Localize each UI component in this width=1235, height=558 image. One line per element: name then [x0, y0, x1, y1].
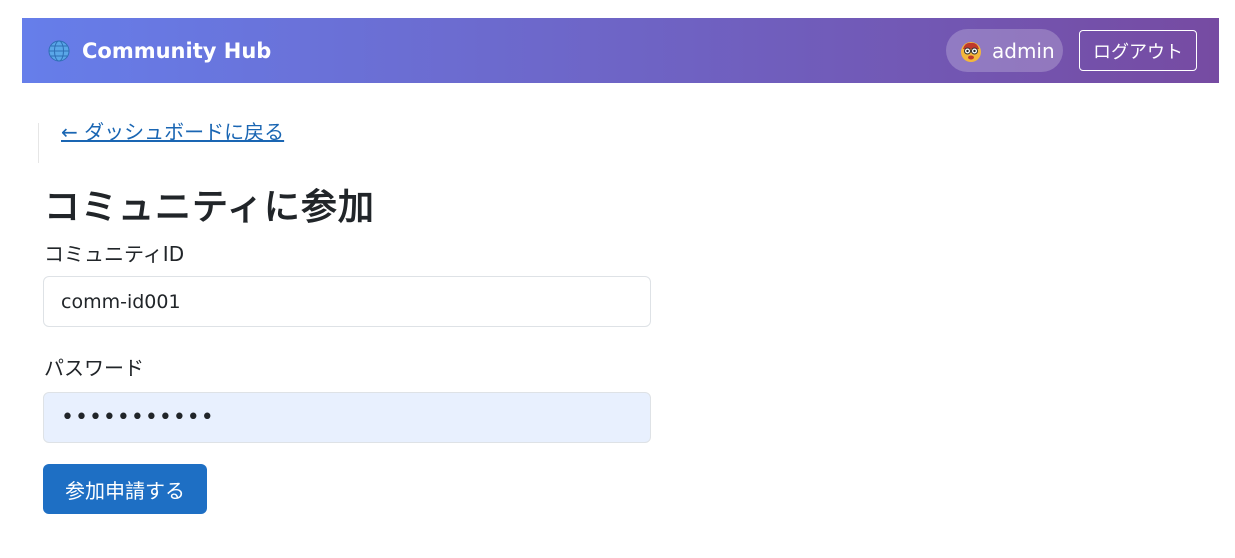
- back-to-dashboard-link[interactable]: ← ダッシュボードに戻る: [61, 122, 284, 142]
- app-root: Community Hub admin ログアウト ← ダッシュボードに戻る コ…: [0, 0, 1235, 558]
- globe-icon: [46, 38, 72, 64]
- user-name: admin: [992, 38, 1055, 63]
- page-title: コミュニティに参加: [44, 187, 375, 228]
- password-input[interactable]: [43, 392, 651, 443]
- join-request-button[interactable]: 参加申請する: [43, 464, 207, 514]
- avatar-icon: [958, 38, 984, 64]
- brand-name: Community Hub: [82, 38, 272, 63]
- community-id-input[interactable]: [43, 276, 651, 327]
- logout-button[interactable]: ログアウト: [1079, 30, 1197, 71]
- user-badge: admin: [946, 29, 1063, 72]
- password-label: パスワード: [44, 356, 144, 380]
- top-navbar: Community Hub admin ログアウト: [22, 18, 1219, 83]
- brand-link[interactable]: Community Hub: [46, 18, 271, 83]
- community-id-label: コミュニティID: [44, 242, 185, 266]
- back-link-container: ← ダッシュボードに戻る: [38, 122, 284, 163]
